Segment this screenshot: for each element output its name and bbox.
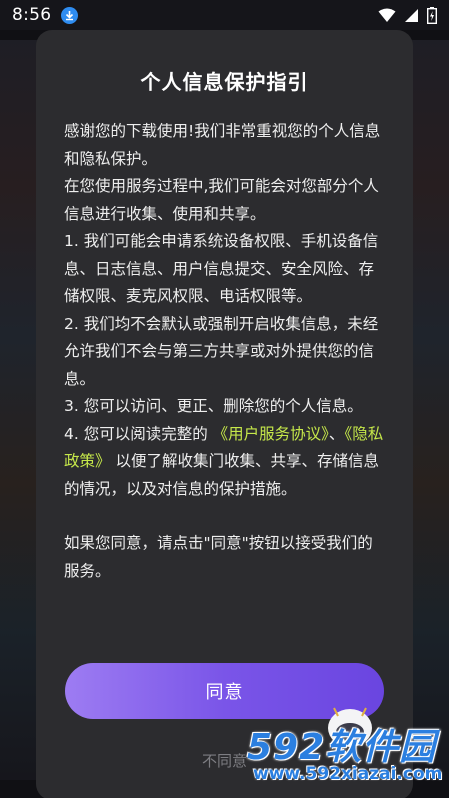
wifi-icon — [378, 8, 396, 22]
user-agreement-link[interactable]: 《用户服务协议》 — [213, 425, 329, 443]
watermark-url: www.592xiazai.com — [253, 764, 443, 784]
watermark-logo: 592软件园 — [247, 727, 437, 768]
screen: 8:56 个人信息保护指引 感谢您的下载使用!我们非常重视您的个人信息和隐私保护… — [0, 0, 449, 798]
watermark: 592软件园 www.592xiazai.com — [247, 718, 449, 798]
status-icons — [378, 6, 437, 24]
status-bar: 8:56 — [0, 0, 449, 30]
battery-charging-icon — [427, 6, 437, 24]
read-policies-item: 4. 您可以阅读完整的 《用户服务协议》、《隐私政策》 以便了解收集门收集、共享… — [64, 421, 386, 504]
status-time: 8:56 — [12, 5, 52, 25]
download-icon — [61, 6, 79, 24]
access-item: 3. 您可以访问、更正、删除您的个人信息。 — [64, 397, 363, 415]
privacy-dialog: 个人信息保护指引 感谢您的下载使用!我们非常重视您的个人信息和隐私保护。 在您使… — [36, 30, 413, 798]
read-policies-suffix: 以便了解收集门收集、共享、存储信息的情况，以及对信息的保护措施。 — [64, 452, 379, 498]
background-content-right — [409, 40, 449, 780]
intro-paragraph: 感谢您的下载使用!我们非常重视您的个人信息和隐私保护。 — [64, 122, 381, 168]
no-default-collection-item: 2. 我们均不会默认或强制开启收集信息，未经允许我们不会与第三方共享或对外提供您… — [64, 314, 379, 388]
link-separator: 、 — [328, 424, 345, 443]
usage-paragraph: 在您使用服务过程中,我们可能会对您部分个人信息进行收集、使用和共享。 — [64, 177, 379, 223]
closing-paragraph: 如果您同意，请点击"同意"按钮以接受我们的服务。 — [64, 534, 373, 580]
read-policies-prefix: 4. 您可以阅读完整的 — [64, 424, 208, 443]
dialog-content: 感谢您的下载使用!我们非常重视您的个人信息和隐私保护。 在您使用服务过程中,我们… — [64, 118, 386, 585]
cellular-icon — [405, 8, 418, 22]
dialog-title: 个人信息保护指引 — [140, 70, 309, 94]
permissions-item: 1. 我们可能会申请系统设备权限、手机设备信息、日志信息、用户信息提交、安全风险… — [64, 232, 379, 305]
background-content-left — [0, 40, 40, 780]
